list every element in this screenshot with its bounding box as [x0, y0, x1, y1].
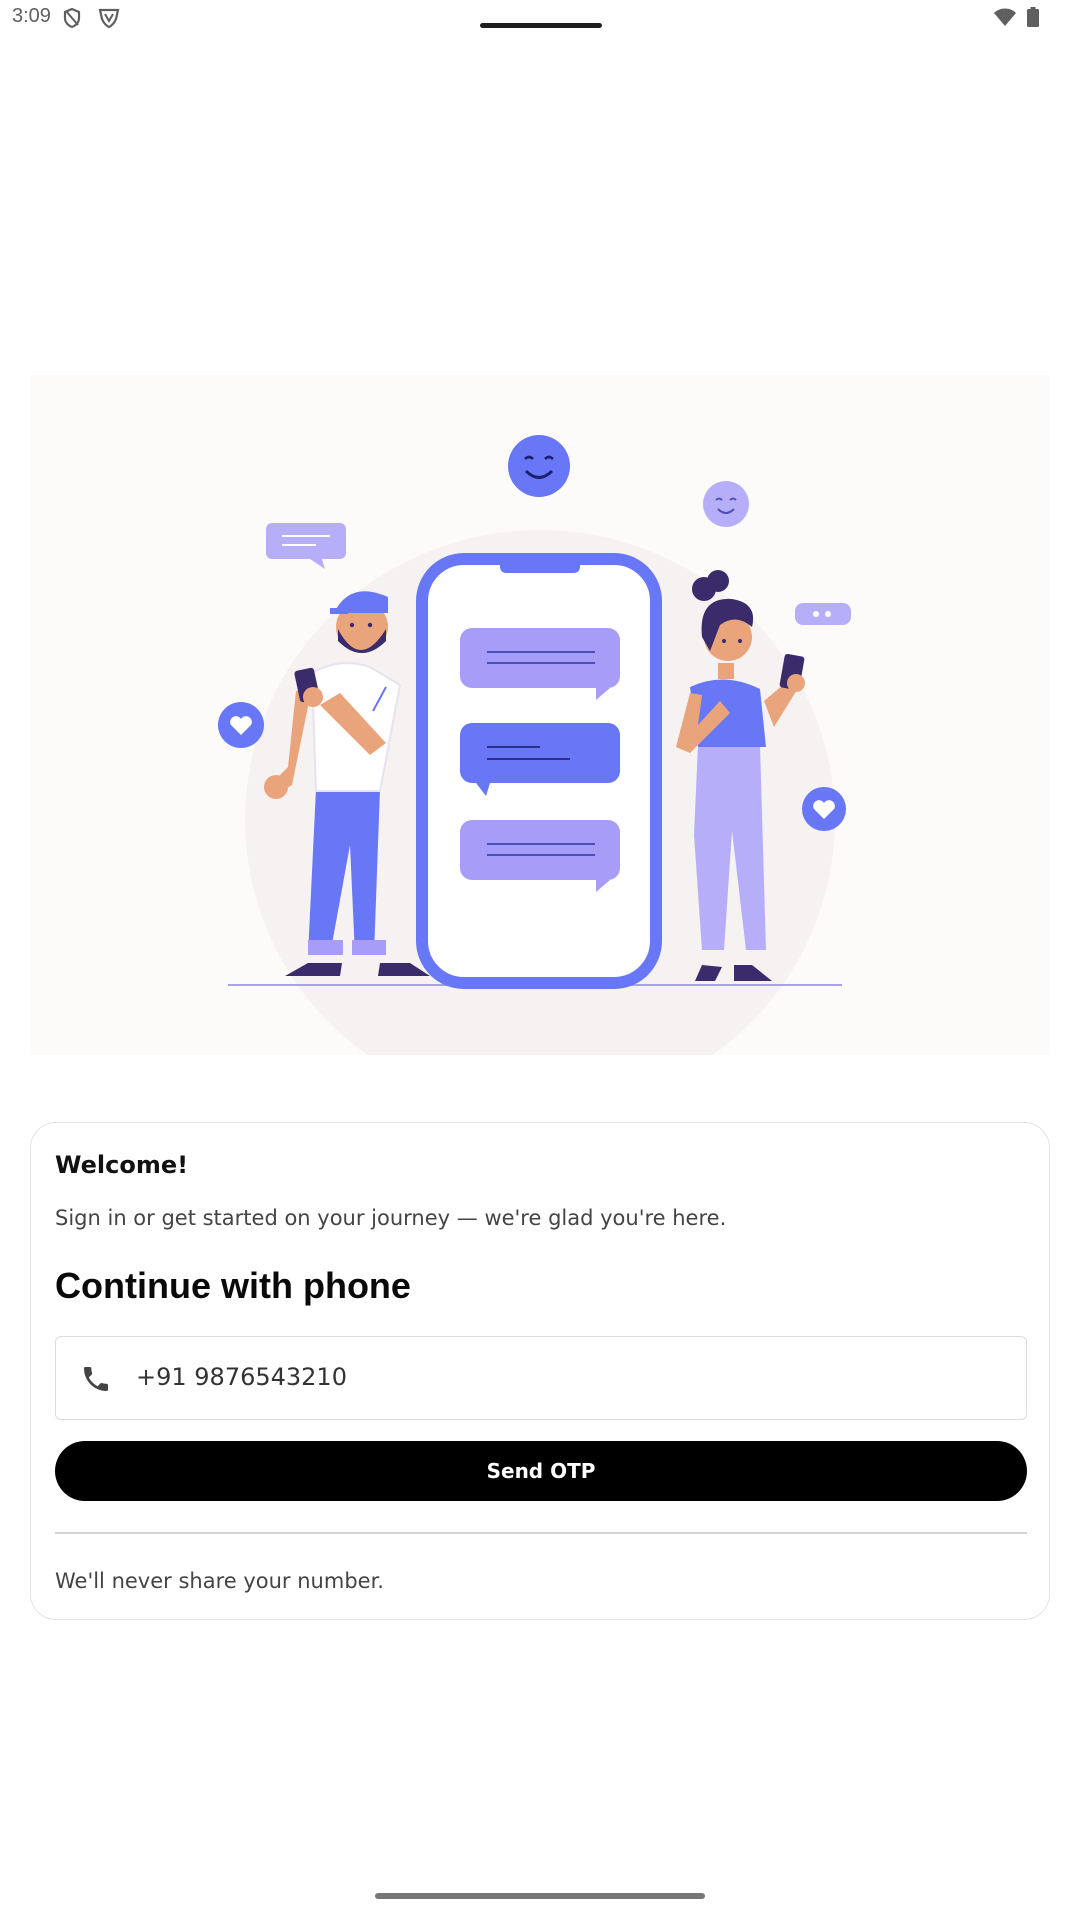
- phone-icon: [84, 1367, 108, 1391]
- heart-icon: [218, 702, 264, 748]
- status-bar: 3:09: [0, 0, 1080, 40]
- speech-bubble-icon: [266, 523, 346, 569]
- wifi-icon: [994, 8, 1016, 26]
- smiley-icon: [508, 435, 570, 497]
- battery-icon: [1027, 7, 1039, 27]
- send-otp-button[interactable]: Send OTP: [55, 1441, 1027, 1501]
- sign-in-card: Welcome! Sign in or get started on your …: [30, 1122, 1050, 1620]
- smiley-icon: [703, 481, 749, 527]
- hero-illustration: [30, 375, 1050, 1055]
- notch-pill: [480, 23, 602, 28]
- welcome-heading: Welcome!: [55, 1151, 189, 1179]
- divider: [55, 1532, 1027, 1534]
- phone-field[interactable]: [55, 1336, 1027, 1420]
- vpn-icon: [98, 8, 120, 29]
- status-time: 3:09: [12, 5, 51, 27]
- heart-icon: [802, 787, 846, 831]
- typing-bubble-icon: [795, 603, 851, 625]
- privacy-note: We'll never share your number.: [55, 1569, 384, 1593]
- phone-illustration: [416, 553, 662, 989]
- shield-icon: [63, 7, 81, 29]
- chat-illustration: [218, 435, 851, 1055]
- section-title: Continue with phone: [55, 1265, 411, 1306]
- home-indicator: [375, 1893, 705, 1899]
- welcome-subtitle: Sign in or get started on your journey —…: [55, 1206, 727, 1230]
- phone-input[interactable]: [136, 1337, 996, 1417]
